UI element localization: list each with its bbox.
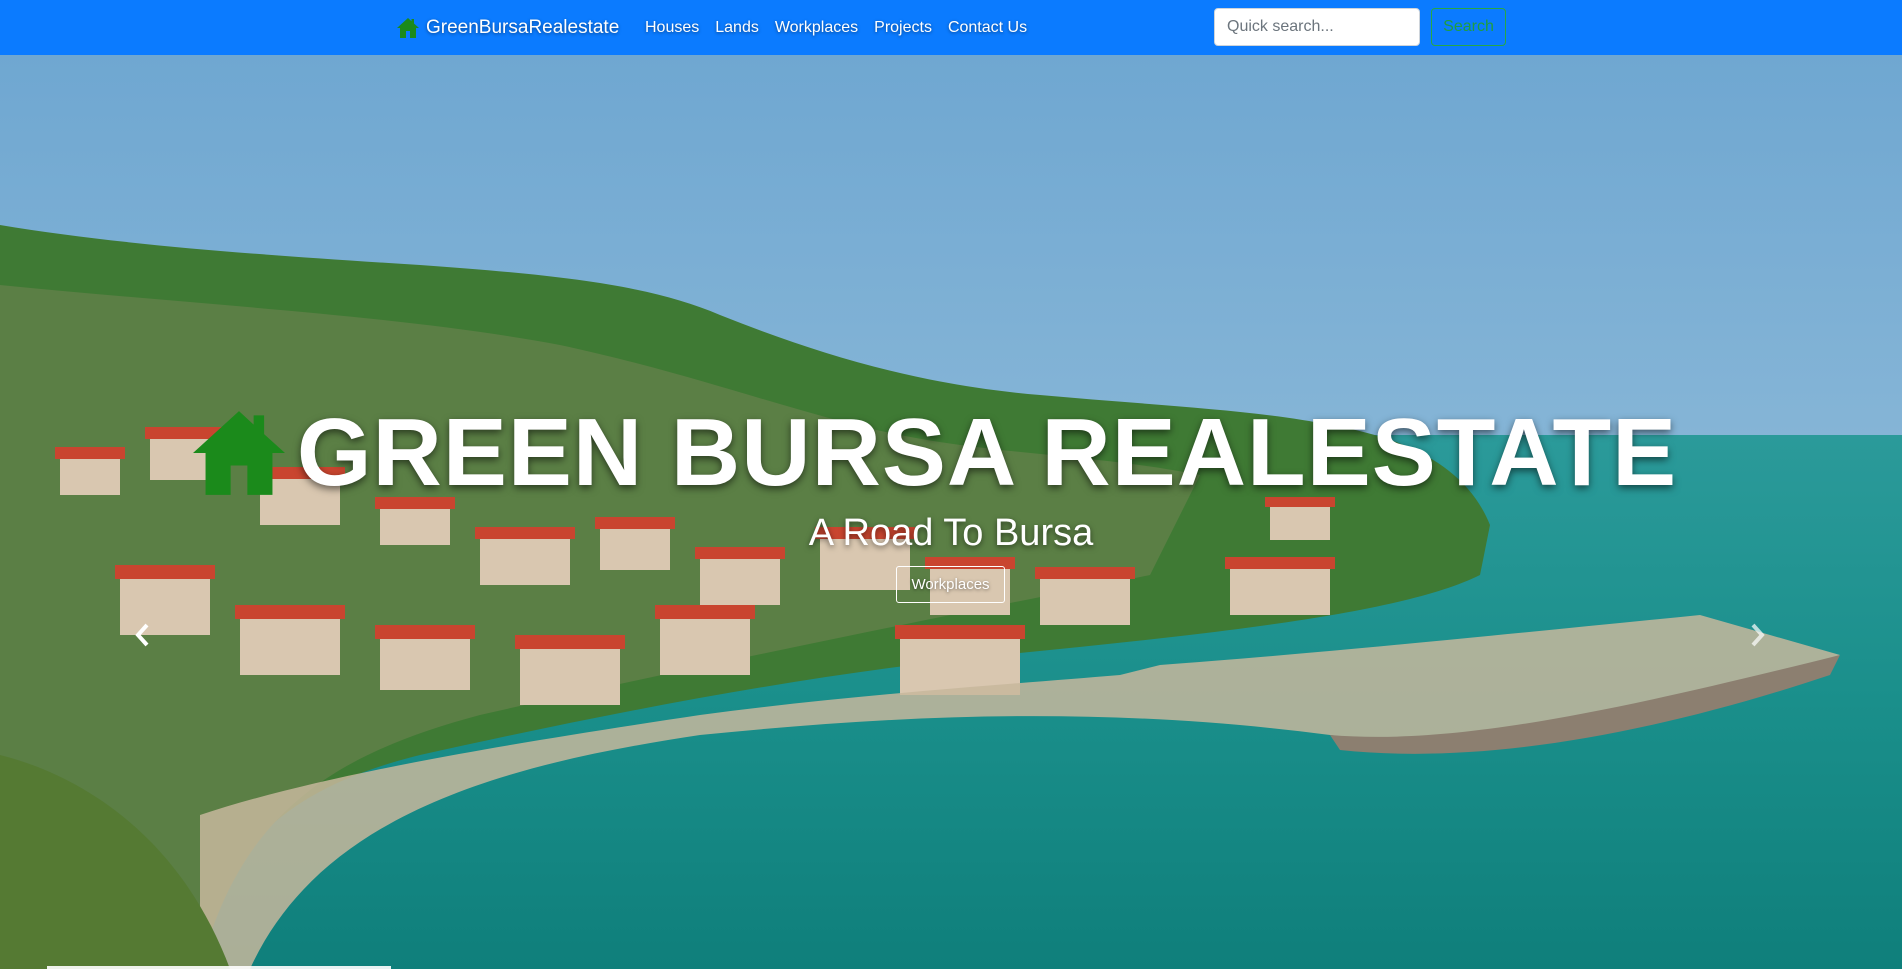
hero-title: GREEN BURSA REALESTATE xyxy=(0,405,1902,501)
quick-search-input[interactable] xyxy=(1214,8,1420,46)
nav-link-workplaces[interactable]: Workplaces xyxy=(775,19,858,37)
chevron-left-icon xyxy=(135,623,149,647)
brand-name: GreenBursaRealestate xyxy=(426,16,620,38)
brand-link[interactable]: GreenBursaRealestate xyxy=(396,0,619,55)
carousel-prev-button[interactable] xyxy=(122,615,162,655)
search-button[interactable]: Search xyxy=(1431,8,1506,46)
nav-links: Houses Lands Workplaces Projects Contact… xyxy=(645,0,1027,55)
workplaces-button[interactable]: Workplaces xyxy=(896,566,1005,603)
home-icon xyxy=(192,411,285,496)
navbar: GreenBursaRealestate Houses Lands Workpl… xyxy=(0,0,1902,55)
nav-link-contact-us[interactable]: Contact Us xyxy=(948,19,1027,37)
nav-link-projects[interactable]: Projects xyxy=(874,19,932,37)
nav-link-houses[interactable]: Houses xyxy=(645,19,699,37)
hero-carousel: GREEN BURSA REALESTATE A Road To Bursa W… xyxy=(0,55,1902,969)
hero-title-text: GREEN BURSA REALESTATE xyxy=(296,399,1678,507)
carousel-next-button[interactable] xyxy=(1738,615,1778,655)
nav-link-lands[interactable]: Lands xyxy=(715,19,759,37)
hero-subtitle: A Road To Bursa xyxy=(808,512,1094,554)
chevron-right-icon xyxy=(1751,623,1765,647)
home-icon xyxy=(397,17,419,38)
